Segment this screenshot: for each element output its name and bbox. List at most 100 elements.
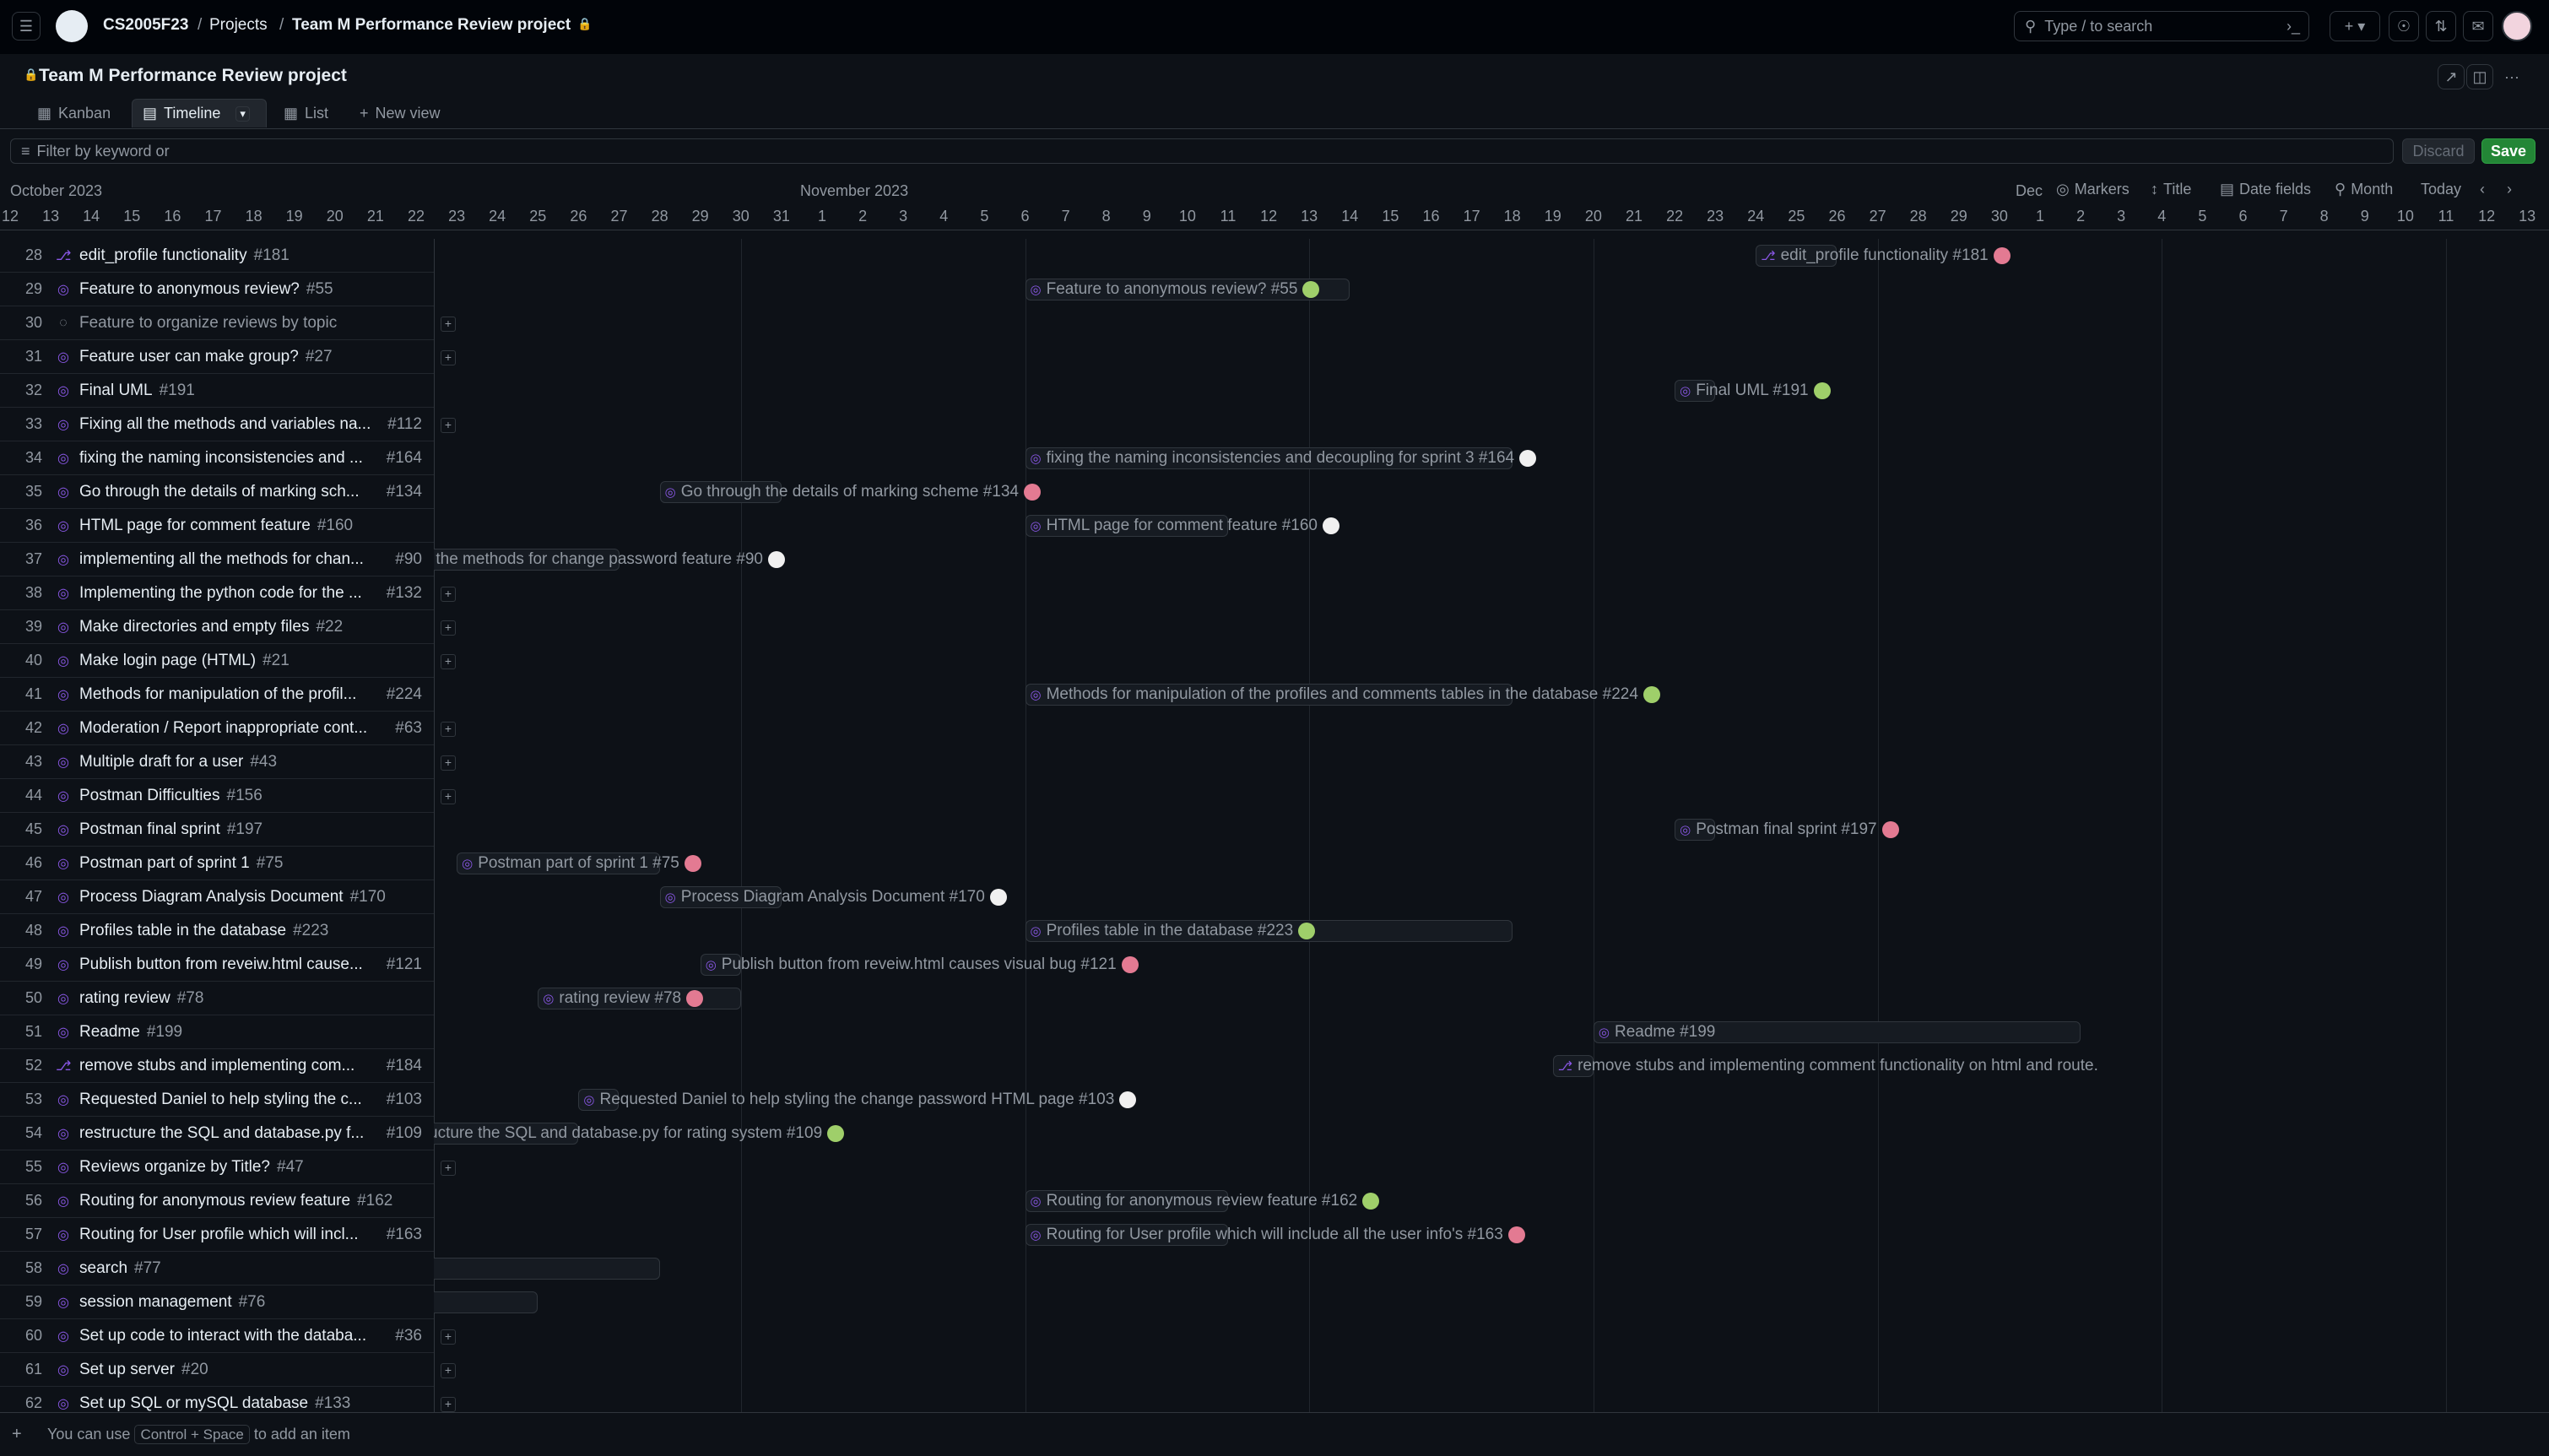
add-date-button[interactable]: + — [441, 317, 456, 332]
add-date-button[interactable]: + — [441, 350, 456, 365]
tab-kanban[interactable]: ▦ Kanban — [37, 99, 111, 127]
title-button[interactable]: ↕ Title — [2151, 181, 2192, 198]
item-title[interactable]: Feature user can make group? — [79, 348, 299, 366]
timeline-bar-label[interactable]: ⎇ remove stubs and implementing comment f… — [1558, 1055, 2098, 1077]
item-title[interactable]: Final UML — [79, 382, 153, 400]
item-title[interactable]: Routing for anonymous review feature — [79, 1192, 350, 1210]
assignee-avatar[interactable] — [1298, 923, 1316, 939]
command-palette-icon[interactable]: ›_ — [2287, 18, 2300, 35]
filter-input[interactable]: ≡ Filter by keyword or — [10, 138, 2394, 164]
today-button[interactable]: Today — [2421, 181, 2462, 198]
item-title[interactable]: Go through the details of marking sch... — [79, 483, 360, 501]
item-title[interactable]: Feature to organize reviews by topic — [79, 314, 337, 333]
assignee-avatar[interactable] — [1993, 247, 2011, 264]
list-item[interactable]: 46 ◎ Postman part of sprint 1 #75 — [0, 847, 434, 880]
assignee-avatar[interactable] — [827, 1125, 845, 1142]
item-title[interactable]: Moderation / Report inappropriate cont..… — [79, 719, 367, 738]
assignee-avatar[interactable] — [684, 855, 701, 872]
list-item[interactable]: 62 ◎ Set up SQL or mySQL database #133 — [0, 1387, 434, 1412]
timeline-bar-label[interactable]: ◎ Go through the details of marking schem… — [665, 481, 1041, 503]
list-item[interactable]: 42 ◎ Moderation / Report inappropriate con… — [0, 712, 434, 745]
timeline-bar-label[interactable]: ◎ Postman final sprint #197 — [1680, 819, 1899, 841]
add-date-button[interactable]: + — [441, 418, 456, 433]
item-title[interactable]: edit_profile functionality — [79, 246, 247, 265]
item-title[interactable]: implementing all the methods for chan... — [79, 550, 364, 569]
timeline-bar-label[interactable]: ◎ Routing for anonymous review feature #1… — [1031, 1190, 1380, 1212]
assignee-avatar[interactable] — [1362, 1193, 1380, 1210]
date-fields-button[interactable]: ▤ Date fields — [2220, 181, 2312, 198]
list-item[interactable]: 34 ◎ fixing the naming inconsistencies and… — [0, 441, 434, 475]
plus-icon[interactable]: + — [12, 1425, 22, 1444]
list-item[interactable]: 28 ⎇ edit_profile functionality #181 — [0, 239, 434, 273]
item-title[interactable]: rating review — [79, 989, 170, 1008]
new-view-button[interactable]: + New view — [360, 99, 441, 127]
menu-button[interactable]: ☰ — [12, 12, 41, 41]
list-item[interactable]: 33 ◎ Fixing all the methods and variables … — [0, 408, 434, 441]
markers-button[interactable]: ◎ Markers — [2056, 181, 2130, 198]
next-button[interactable]: › — [2507, 181, 2512, 198]
list-item[interactable]: 49 ◎ Publish button from reveiw.html cause… — [0, 948, 434, 982]
add-date-button[interactable]: + — [441, 1363, 456, 1378]
timeline-bar-label[interactable]: ⎇ edit_profile functionality #181 — [1761, 245, 2011, 267]
list-item[interactable]: 36 ◎ HTML page for comment feature #160 — [0, 509, 434, 543]
add-item-bar[interactable]: + You can use Control + Space to add an … — [0, 1412, 2549, 1456]
discard-button[interactable]: Discard — [2402, 138, 2475, 164]
timeline-bar-label[interactable]: ◎ Publish button from reveiw.html causes … — [706, 954, 1139, 976]
assignee-avatar[interactable] — [1119, 1091, 1137, 1108]
save-button[interactable]: Save — [2481, 138, 2535, 164]
list-item[interactable]: 48 ◎ Profiles table in the database #223 — [0, 914, 434, 948]
breadcrumb-project[interactable]: Team M Performance Review project — [292, 16, 571, 35]
add-date-button[interactable]: + — [441, 1397, 456, 1412]
list-item[interactable]: 57 ◎ Routing for User profile which will i… — [0, 1218, 434, 1252]
list-item[interactable]: 30 ◌ Feature to organize reviews by topic — [0, 306, 434, 340]
item-title[interactable]: Set up SQL or mySQL database — [79, 1394, 308, 1413]
add-date-button[interactable]: + — [441, 654, 456, 669]
breadcrumb-org[interactable]: CS2005F23 — [103, 16, 188, 35]
list-item[interactable]: 37 ◎ implementing all the methods for chan… — [0, 543, 434, 576]
item-title[interactable]: remove stubs and implementing com... — [79, 1057, 354, 1075]
inbox-icon[interactable]: ✉ — [2463, 11, 2493, 41]
add-date-button[interactable]: + — [441, 1161, 456, 1176]
list-item[interactable]: 40 ◎ Make login page (HTML) #21 — [0, 644, 434, 678]
timeline-bar-label[interactable]: ◎ Feature to anonymous review? #55 — [1031, 279, 1320, 300]
item-title[interactable]: fixing the naming inconsistencies and ..… — [79, 449, 363, 468]
list-item[interactable]: 45 ◎ Postman final sprint #197 — [0, 813, 434, 847]
assignee-avatar[interactable] — [1643, 686, 1660, 703]
timeline-bar-label[interactable]: ◎restructure the SQL and database.py for… — [434, 1123, 845, 1145]
chevron-down-icon[interactable]: ▾ — [235, 106, 250, 122]
breadcrumb-projects[interactable]: Projects — [209, 16, 268, 35]
list-item[interactable]: 53 ◎ Requested Daniel to help styling the … — [0, 1083, 434, 1117]
list-item[interactable]: 31 ◎ Feature user can make group? #27 — [0, 340, 434, 374]
list-item[interactable]: 54 ◎ restructure the SQL and database.py f… — [0, 1117, 434, 1150]
avatar[interactable] — [2502, 11, 2532, 41]
timeline-bar-label[interactable]: ◎ Final UML #191 — [1680, 380, 1831, 402]
timeline-bar-label[interactable]: ◎ Requested Daniel to help styling the ch… — [583, 1089, 1137, 1111]
list-item[interactable]: 39 ◎ Make directories and empty files #22 — [0, 610, 434, 644]
list-item[interactable]: 58 ◎ search #77 — [0, 1252, 434, 1286]
list-item[interactable]: 32 ◎ Final UML #191 — [0, 374, 434, 408]
assignee-avatar[interactable] — [1507, 1226, 1525, 1243]
item-title[interactable]: Fixing all the methods and variables na.… — [79, 415, 371, 434]
insights-icon[interactable]: ↗ — [2438, 64, 2465, 89]
item-title[interactable]: Publish button from reveiw.html cause... — [79, 955, 363, 974]
list-item[interactable]: 38 ◎ Implementing the python code for the … — [0, 576, 434, 610]
item-title[interactable]: Set up code to interact with the databa.… — [79, 1327, 366, 1345]
assignee-avatar[interactable] — [1323, 517, 1339, 534]
timeline-bar-label[interactable]: ◎ Methods for manipulation of the profile… — [1031, 684, 1660, 706]
list-item[interactable]: 44 ◎ Postman Difficulties #156 — [0, 779, 434, 813]
list-item[interactable]: 43 ◎ Multiple draft for a user #43 — [0, 745, 434, 779]
item-title[interactable]: Requested Daniel to help styling the c..… — [79, 1091, 362, 1109]
item-title[interactable]: Reviews organize by Title? — [79, 1158, 270, 1177]
list-item[interactable]: 61 ◎ Set up server #20 — [0, 1353, 434, 1387]
assignee-avatar[interactable] — [989, 889, 1007, 906]
item-title[interactable]: Routing for User profile which will incl… — [79, 1226, 359, 1244]
assignee-avatar[interactable] — [686, 990, 704, 1007]
add-date-button[interactable]: + — [441, 722, 456, 737]
tab-timeline[interactable]: ▤ Timeline ▾ — [132, 99, 267, 127]
list-item[interactable]: 59 ◎ session management #76 — [0, 1286, 434, 1319]
assignee-avatar[interactable] — [1519, 450, 1537, 467]
item-title[interactable]: Methods for manipulation of the profil..… — [79, 685, 356, 704]
item-title[interactable]: Postman part of sprint 1 — [79, 854, 250, 873]
assignee-avatar[interactable] — [1302, 281, 1320, 298]
add-date-button[interactable]: + — [441, 1329, 456, 1345]
